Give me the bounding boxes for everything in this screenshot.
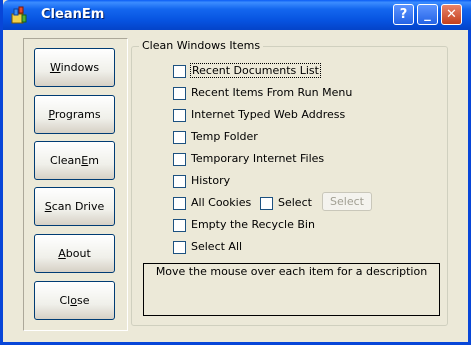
history-checkbox[interactable] — [173, 175, 186, 188]
recent-documents-checkbox[interactable] — [173, 65, 186, 78]
temp-folder-checkbox[interactable] — [173, 131, 186, 144]
temp-internet-files-checkbox[interactable] — [173, 153, 186, 166]
app-icon — [11, 6, 27, 24]
select-all-checkbox[interactable] — [173, 241, 186, 254]
recent-run-items-checkbox[interactable] — [173, 87, 186, 100]
description-box: Move the mouse over each item for a desc… — [143, 263, 440, 316]
group-title: Clean Windows Items — [139, 39, 264, 52]
history-label[interactable]: History — [191, 174, 230, 187]
typed-web-address-checkbox[interactable] — [173, 109, 186, 122]
title-bar[interactable]: CleanEm ? _ ✕ — [3, 0, 471, 30]
main-window: CleanEm ? _ ✕ Windows Programs CleanEm S… — [0, 0, 471, 345]
empty-recycle-bin-label[interactable]: Empty the Recycle Bin — [191, 218, 315, 231]
close-button[interactable]: Close — [34, 281, 115, 320]
close-window-button[interactable]: ✕ — [441, 4, 462, 25]
select-cookies-checkbox[interactable] — [260, 197, 273, 210]
recent-run-items-label[interactable]: Recent Items From Run Menu — [191, 86, 352, 99]
windows-button[interactable]: Windows — [34, 48, 115, 87]
scan-drive-button[interactable]: Scan Drive — [34, 187, 115, 226]
temp-internet-files-label[interactable]: Temporary Internet Files — [191, 152, 324, 165]
minimize-icon: _ — [424, 7, 431, 22]
temp-folder-label[interactable]: Temp Folder — [191, 130, 258, 143]
window-title: CleanEm — [41, 7, 105, 22]
help-icon: ? — [399, 7, 408, 22]
all-cookies-label[interactable]: All Cookies — [191, 196, 251, 209]
typed-web-address-label[interactable]: Internet Typed Web Address — [191, 108, 345, 121]
close-icon: ✕ — [446, 7, 457, 22]
select-cookies-label[interactable]: Select — [278, 196, 312, 209]
recent-documents-label[interactable]: Recent Documents List — [190, 63, 321, 78]
minimize-button[interactable]: _ — [417, 4, 438, 25]
cleanem-button[interactable]: CleanEm — [34, 141, 115, 180]
select-all-label[interactable]: Select All — [191, 240, 242, 253]
select-cookies-button[interactable]: Select — [322, 192, 372, 211]
about-button[interactable]: About — [34, 234, 115, 273]
programs-button[interactable]: Programs — [34, 95, 115, 134]
all-cookies-checkbox[interactable] — [173, 197, 186, 210]
empty-recycle-bin-checkbox[interactable] — [173, 219, 186, 232]
help-button[interactable]: ? — [393, 4, 414, 25]
